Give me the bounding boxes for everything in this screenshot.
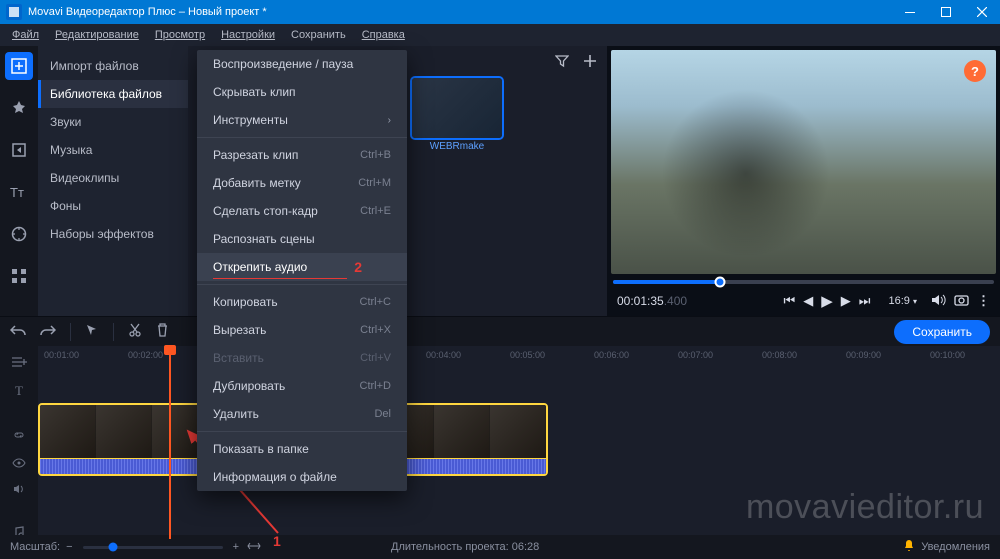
title-bar: Movavi Видеоредактор Плюс – Новый проект…: [0, 0, 1000, 24]
status-bar: Масштаб: − + Длительность проекта: 06:28…: [0, 535, 1000, 559]
ctx-freeze-frame[interactable]: Сделать стоп-кадрCtrl+E: [197, 197, 407, 225]
add-track-icon[interactable]: [11, 356, 27, 371]
undo-icon[interactable]: [10, 323, 26, 340]
ctx-split[interactable]: Разрезать клипCtrl+B: [197, 141, 407, 169]
tab-import[interactable]: [5, 52, 33, 80]
bell-icon[interactable]: [903, 539, 915, 555]
timeline: T 00:01:00 00:02:00 00:03:00 00:04:00 00…: [0, 346, 1000, 539]
tab-more[interactable]: [5, 262, 33, 290]
ctx-detect-scenes[interactable]: Распознать сцены: [197, 225, 407, 253]
ctx-copy[interactable]: КопироватьCtrl+C: [197, 288, 407, 316]
context-menu: Воспроизведение / пауза Скрывать клип Ин…: [197, 50, 407, 491]
tab-stickers[interactable]: [5, 220, 33, 248]
duration-label: Длительность проекта: 06:28: [391, 541, 539, 553]
filter-icon[interactable]: [555, 54, 569, 71]
timeline-ruler[interactable]: 00:01:00 00:02:00 00:03:00 00:04:00 00:0…: [38, 346, 1000, 370]
ctx-sep: [197, 431, 407, 432]
zoom-out-icon[interactable]: −: [66, 541, 72, 553]
left-sidebar: Tт: [0, 46, 38, 316]
annotation-2: 2: [354, 259, 362, 275]
panel-item-import[interactable]: Импорт файлов: [38, 52, 188, 80]
preview-time: 00:01:35.400: [617, 294, 687, 308]
notifications-label[interactable]: Уведомления: [921, 541, 990, 553]
svg-text:Tт: Tт: [10, 185, 24, 199]
trash-icon[interactable]: [156, 323, 169, 340]
playhead[interactable]: [169, 346, 171, 539]
ctx-show-in-folder[interactable]: Показать в папке: [197, 435, 407, 463]
play-icon[interactable]: ▶: [821, 292, 833, 310]
prev-clip-icon[interactable]: ⏮: [784, 293, 796, 309]
chevron-right-icon: ›: [388, 115, 391, 126]
cut-tool-icon[interactable]: [128, 323, 142, 340]
menu-view[interactable]: Просмотр: [147, 26, 213, 44]
panel-item-sounds[interactable]: Звуки: [38, 108, 188, 136]
annotation-1: 1: [273, 533, 281, 549]
ctx-detach-audio[interactable]: Открепить аудио2: [197, 253, 407, 281]
window-title: Movavi Видеоредактор Плюс – Новый проект…: [28, 6, 267, 18]
ctx-duplicate[interactable]: ДублироватьCtrl+D: [197, 372, 407, 400]
minimize-button[interactable]: [892, 0, 928, 24]
step-back-icon[interactable]: ◀: [803, 293, 813, 309]
preview-seek-bar[interactable]: [613, 280, 994, 284]
close-button[interactable]: [964, 0, 1000, 24]
panel-item-backgrounds[interactable]: Фоны: [38, 192, 188, 220]
preview-area: ? 00:01:35.400 ⏮ ◀ ▶ ▶ ⏭ 16:9 ▾ ⋮: [607, 46, 1000, 316]
video-visible-icon[interactable]: [12, 456, 26, 471]
panel-item-effects[interactable]: Наборы эффектов: [38, 220, 188, 248]
ctx-sep: [197, 137, 407, 138]
ctx-file-info[interactable]: Информация о файле: [197, 463, 407, 491]
video-track-link-icon[interactable]: [13, 429, 25, 444]
media-thumb-selected[interactable]: WEBRmake: [412, 78, 502, 153]
app-icon: [6, 4, 22, 20]
next-clip-icon[interactable]: ⏭: [859, 293, 871, 309]
panel-item-music[interactable]: Музыка: [38, 136, 188, 164]
audio-mute-icon[interactable]: [13, 483, 26, 498]
menu-help[interactable]: Справка: [354, 26, 413, 44]
timeline-toolbar: Сохранить: [0, 316, 1000, 346]
fit-icon[interactable]: [247, 541, 261, 554]
preview-more-icon[interactable]: ⋮: [977, 293, 990, 309]
zoom-in-icon[interactable]: +: [233, 541, 239, 553]
menu-bar: Файл Редактирование Просмотр Настройки С…: [0, 24, 1000, 46]
zoom-slider[interactable]: [83, 546, 223, 549]
snapshot-icon[interactable]: [954, 294, 969, 309]
aspect-ratio[interactable]: 16:9 ▾: [889, 295, 918, 307]
menu-edit[interactable]: Редактирование: [47, 26, 147, 44]
panel-item-videos[interactable]: Видеоклипы: [38, 164, 188, 192]
tab-filters[interactable]: [5, 94, 33, 122]
add-icon[interactable]: [583, 54, 597, 71]
ctx-add-marker[interactable]: Добавить меткуCtrl+M: [197, 169, 407, 197]
zoom-label: Масштаб:: [10, 541, 60, 553]
ctx-tools[interactable]: Инструменты›: [197, 106, 407, 134]
tab-titles[interactable]: Tт: [5, 178, 33, 206]
ctx-paste: ВставитьCtrl+V: [197, 344, 407, 372]
save-button[interactable]: Сохранить: [894, 320, 990, 344]
panel-nav: Импорт файлов Библиотека файлов Звуки Му…: [38, 46, 188, 316]
help-button[interactable]: ?: [964, 60, 986, 82]
menu-file[interactable]: Файл: [4, 26, 47, 44]
panel-item-library[interactable]: Библиотека файлов: [38, 80, 188, 108]
preview-video[interactable]: ?: [611, 50, 996, 274]
ctx-cut[interactable]: ВырезатьCtrl+X: [197, 316, 407, 344]
thumb-caption: WEBRmake: [412, 141, 502, 153]
arrow-tool-icon[interactable]: [85, 323, 99, 340]
tab-transitions[interactable]: [5, 136, 33, 164]
redo-icon[interactable]: [40, 323, 56, 340]
maximize-button[interactable]: [928, 0, 964, 24]
volume-icon[interactable]: [931, 293, 946, 310]
menu-settings[interactable]: Настройки: [213, 26, 283, 44]
ctx-play-pause[interactable]: Воспроизведение / пауза: [197, 50, 407, 78]
titles-track-icon[interactable]: T: [15, 383, 23, 399]
ctx-hide-clip[interactable]: Скрывать клип: [197, 78, 407, 106]
ctx-sep: [197, 284, 407, 285]
menu-save[interactable]: Сохранить: [283, 26, 354, 44]
video-track[interactable]: 1: [38, 403, 1000, 476]
ctx-delete[interactable]: УдалитьDel: [197, 400, 407, 428]
step-forward-icon[interactable]: ▶: [841, 293, 851, 309]
audio-track[interactable]: [38, 486, 1000, 514]
